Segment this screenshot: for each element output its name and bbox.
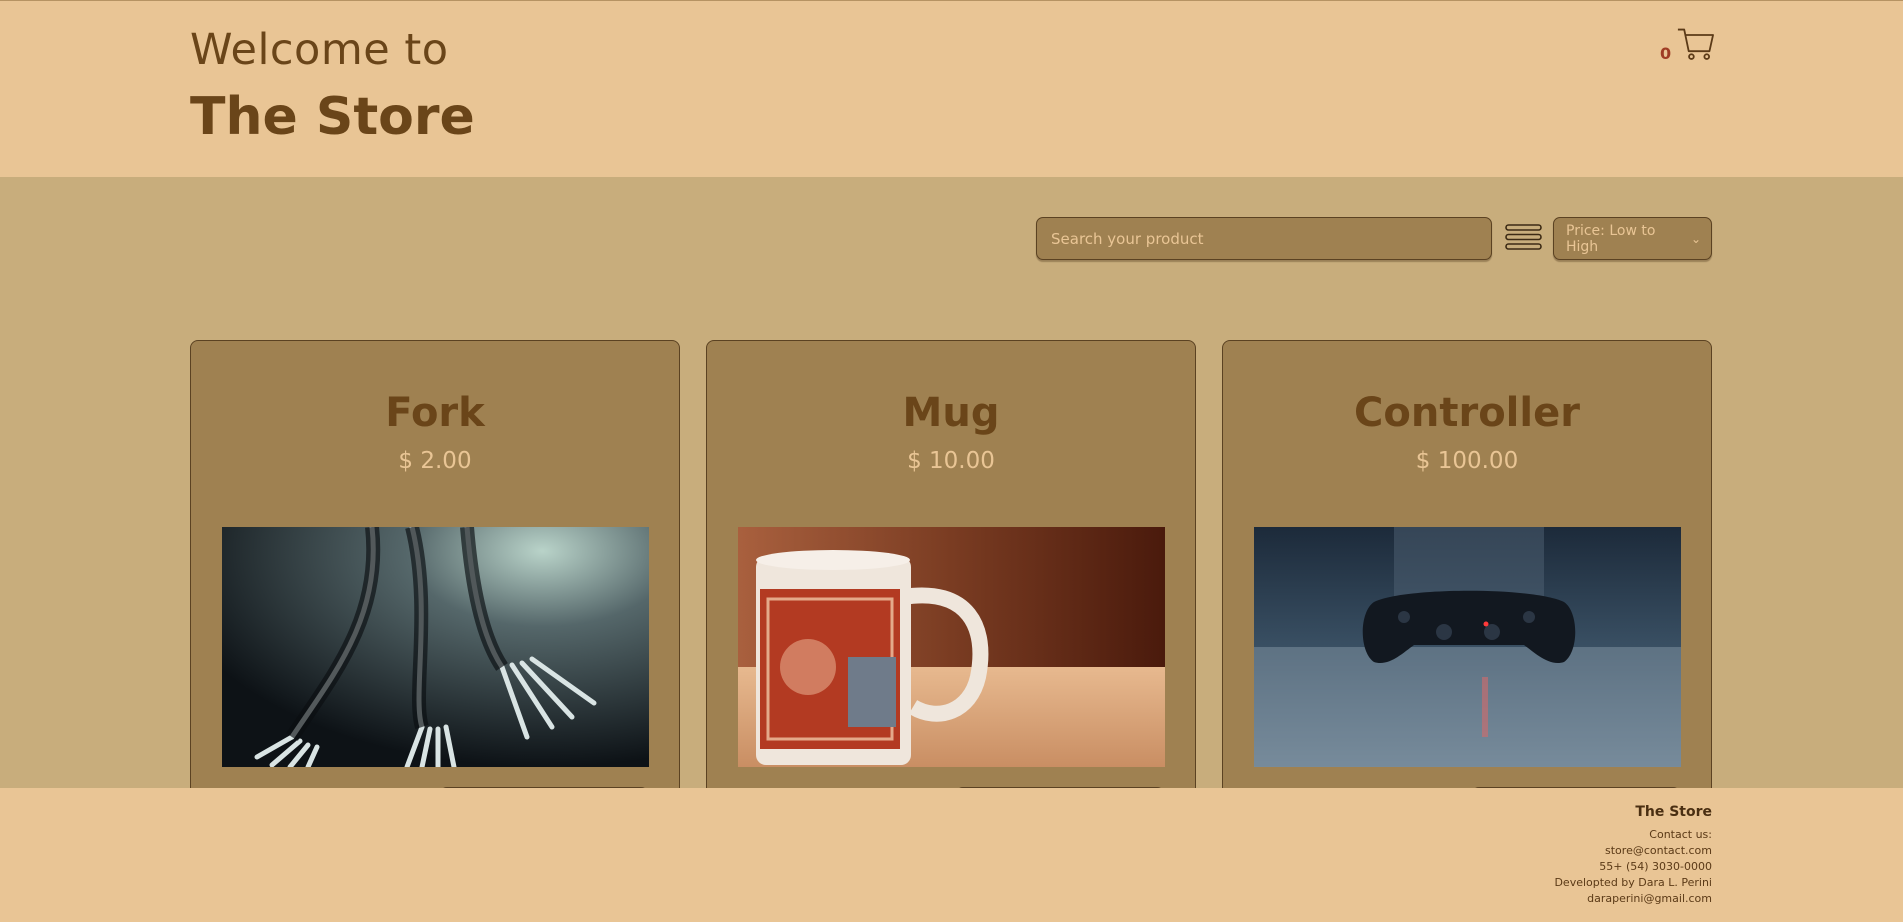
footer-contact: The Store Contact us: store@contact.com … [1554, 804, 1712, 907]
welcome-text: Welcome to [190, 25, 449, 75]
product-price: $ 100.00 [1415, 448, 1519, 474]
footer-developer-email: daraperini@gmail.com [1587, 892, 1712, 905]
product-image-mug [738, 527, 1165, 767]
product-image-fork [222, 527, 649, 767]
sort-select-value: Price: Low to High [1566, 222, 1656, 255]
footer-developer: Developted by Dara L. Perini [1554, 876, 1712, 889]
site-header: Welcome to The Store 0 [0, 0, 1903, 177]
product-price: $ 2.00 [398, 448, 472, 474]
site-footer: The Store Contact us: store@contact.com … [0, 788, 1903, 922]
product-image-controller [1254, 527, 1681, 767]
product-card-fork: Fork $ 2.00 [190, 340, 680, 800]
cart-icon [1678, 28, 1715, 60]
cart-count: 0 [1660, 44, 1672, 63]
footer-title: The Store [1635, 804, 1712, 820]
product-price: $ 10.00 [907, 448, 995, 474]
product-name: Controller [1354, 390, 1580, 436]
product-card-mug: Mug $ 10.00 [706, 340, 1196, 800]
product-card-controller: Controller $ 100.00 [1222, 340, 1712, 800]
product-name: Fork [385, 390, 485, 436]
footer-contact-label: Contact us: [1649, 828, 1712, 841]
footer-email: store@contact.com [1605, 844, 1712, 857]
cart-button[interactable]: 0 [1660, 21, 1715, 63]
chevron-down-icon: ⌄ [1690, 231, 1701, 246]
search-input[interactable] [1036, 217, 1492, 260]
store-title: The Store [190, 87, 475, 147]
hamburger-icon[interactable] [1505, 224, 1542, 250]
footer-phone: 55+ (54) 3030-0000 [1599, 860, 1712, 873]
product-name: Mug [902, 390, 1000, 436]
sort-select[interactable]: Price: Low to High ⌄ [1553, 217, 1712, 260]
